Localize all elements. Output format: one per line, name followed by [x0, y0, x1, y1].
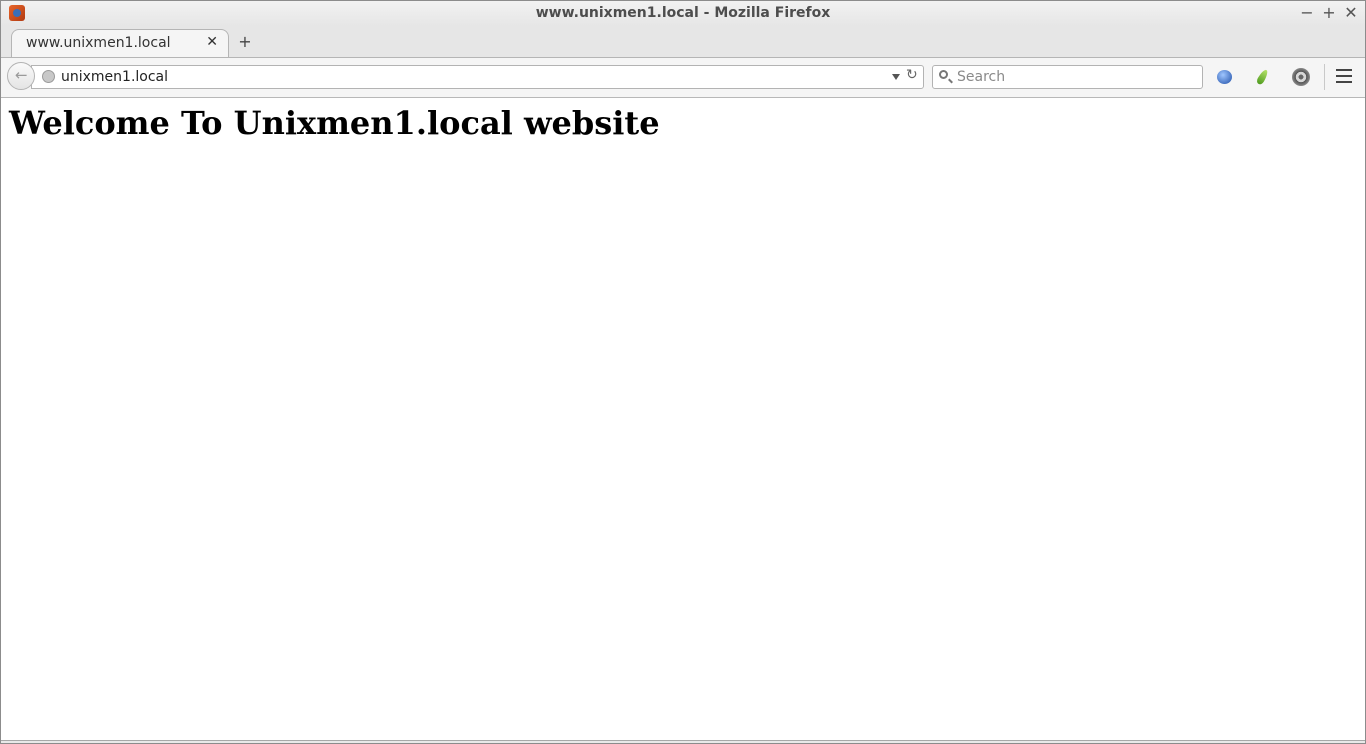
navigation-toolbar: unixmen1.local ↻ ←	[1, 58, 1365, 98]
extension-blue-orb-icon[interactable]	[1215, 67, 1235, 87]
window-title: www.unixmen1.local - Mozilla Firefox	[535, 5, 831, 21]
search-icon[interactable]	[939, 70, 948, 79]
browser-window: www.unixmen1.local - Mozilla Firefox − +…	[0, 0, 1366, 744]
tab-active[interactable]: www.unixmen1.local ✕	[11, 29, 229, 57]
back-button[interactable]: ←	[7, 62, 35, 90]
new-tab-button[interactable]: +	[237, 32, 253, 51]
reload-icon[interactable]: ↻	[906, 67, 918, 83]
search-input[interactable]	[957, 68, 1197, 86]
back-arrow-icon: ←	[15, 66, 28, 84]
tab-close-icon[interactable]: ✕	[206, 34, 218, 50]
minimize-button[interactable]: −	[1298, 3, 1316, 23]
page-content: Welcome To Unixmen1.local website	[1, 98, 1365, 741]
site-identity-globe-icon[interactable]	[42, 70, 55, 83]
title-bar: www.unixmen1.local - Mozilla Firefox − +…	[1, 1, 1365, 26]
url-text[interactable]: unixmen1.local	[61, 69, 168, 85]
tab-strip: www.unixmen1.local ✕ +	[1, 26, 1365, 58]
toolbar-separator	[1324, 64, 1325, 90]
extension-reel-icon[interactable]	[1291, 67, 1311, 87]
search-bar[interactable]	[932, 65, 1203, 89]
window-bottom-edge	[1, 740, 1365, 743]
page-heading: Welcome To Unixmen1.local website	[9, 104, 660, 142]
maximize-button[interactable]: +	[1320, 3, 1338, 23]
url-bar[interactable]: unixmen1.local ↻	[31, 65, 924, 89]
extension-green-leaf-icon[interactable]	[1254, 67, 1274, 87]
url-history-dropdown-icon[interactable]	[892, 74, 900, 80]
close-window-button[interactable]: ✕	[1342, 3, 1360, 23]
tab-title: www.unixmen1.local	[26, 35, 171, 51]
hamburger-menu-icon[interactable]	[1336, 69, 1352, 83]
